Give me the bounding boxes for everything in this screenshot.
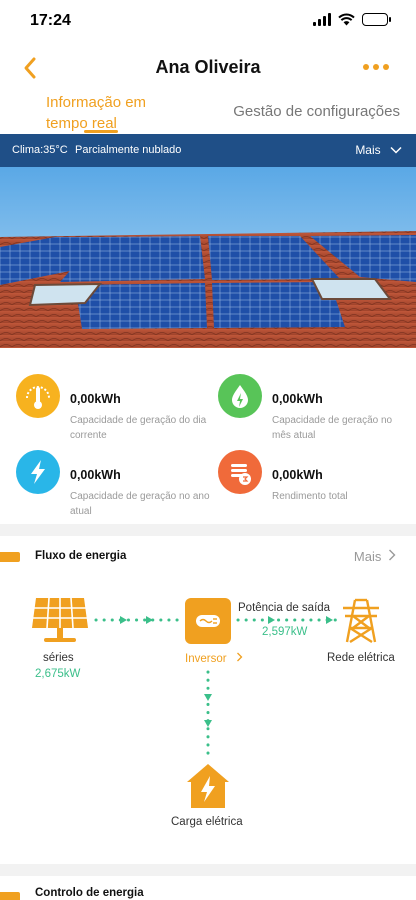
chevron-down-icon [390, 146, 402, 154]
load-label: Carga elétrica [171, 816, 243, 828]
section-accent-bar [0, 552, 20, 562]
stat-yearly-value: 0,00kWh [70, 468, 121, 482]
weather-more-button[interactable]: Mais [355, 143, 402, 157]
stat-yearly-label: Capacidade de geração no ano atual [70, 491, 210, 517]
energy-flow-diagram: séries 2,675kW Inversor Potência de saíd… [0, 584, 416, 844]
ellipsis-icon[interactable] [362, 63, 390, 71]
stat-monthly-value: 0,00kWh [272, 392, 323, 406]
section-accent-bar [0, 892, 20, 900]
page-title: Ana Oliveira [155, 57, 261, 77]
stat-daily-value: 0,00kWh [70, 392, 121, 406]
generation-stats: 0,00kWh Capacidade de geração do dia cor… [0, 362, 416, 522]
weather-condition: Parcialmente nublado [75, 144, 182, 156]
solar-panel-icon [32, 597, 88, 642]
coins-icon [218, 450, 262, 494]
wifi-icon [338, 13, 355, 25]
grid-label: Rede elétrica [327, 652, 395, 664]
inverter-link[interactable]: Inversor [185, 652, 243, 665]
inverter-icon [196, 615, 220, 627]
energy-control-title: Controlo de energia [35, 887, 144, 899]
tab-config-management[interactable]: Gestão de configurações [233, 103, 400, 120]
stat-total-yield: 0,00kWh Rendimento total [218, 450, 416, 520]
panels-power: 2,675kW [35, 668, 81, 680]
thermometer-icon [16, 374, 60, 418]
stat-daily-generation: 0,00kWh Capacidade de geração do dia cor… [16, 374, 216, 444]
weather-temperature: Clima:35°C [12, 144, 68, 156]
power-tower-icon [343, 598, 379, 644]
tab-active-indicator [84, 130, 118, 133]
battery-icon [362, 12, 391, 26]
chevron-right-icon [389, 549, 396, 561]
status-bar: 17:24 [0, 0, 416, 44]
section-divider [0, 524, 416, 536]
output-power-label: Potência de saída [238, 602, 331, 614]
stat-total-value: 0,00kWh [272, 468, 323, 482]
energy-flow-header: Fluxo de energia Mais [0, 540, 416, 580]
inverter-node[interactable] [185, 598, 231, 644]
stat-daily-label: Capacidade de geração do dia corrente [70, 415, 207, 441]
nav-bar: Ana Oliveira [0, 46, 416, 90]
section-divider [0, 864, 416, 876]
lightning-icon [16, 450, 60, 494]
stat-monthly-label: Capacidade de geração no mês atual [272, 415, 393, 441]
weather-bar: Clima:35°C Parcialmente nublado Mais [0, 134, 416, 167]
chevron-right-icon [236, 652, 243, 662]
tab-real-time-line1: Informação em [46, 94, 147, 111]
energy-control-header: Controlo de energia [0, 880, 416, 900]
status-icons [313, 12, 391, 26]
energy-flow-more-label: Mais [353, 549, 382, 564]
stat-yearly-generation: 0,00kWh Capacidade de geração no ano atu… [16, 450, 216, 520]
tab-bar: Informação em tempo real Gestão de confi… [0, 90, 416, 134]
inverter-label: Inversor [185, 653, 227, 665]
weather-more-label: Mais [355, 143, 381, 157]
panels-label: séries [43, 652, 74, 664]
house-lightning-icon[interactable] [183, 762, 233, 810]
stat-total-label: Rendimento total [272, 491, 348, 502]
solar-roof-image [0, 167, 416, 348]
energy-flow-more-button[interactable]: Mais [354, 549, 396, 564]
water-drop-icon [218, 374, 262, 418]
cellular-signal-icon [313, 12, 331, 26]
stat-monthly-generation: 0,00kWh Capacidade de geração no mês atu… [218, 374, 416, 444]
tab-real-time-info[interactable]: Informação em tempo real [46, 92, 146, 134]
output-power-value: 2,597kW [262, 626, 308, 638]
status-time: 17:24 [30, 12, 71, 29]
energy-flow-title: Fluxo de energia [35, 550, 127, 562]
